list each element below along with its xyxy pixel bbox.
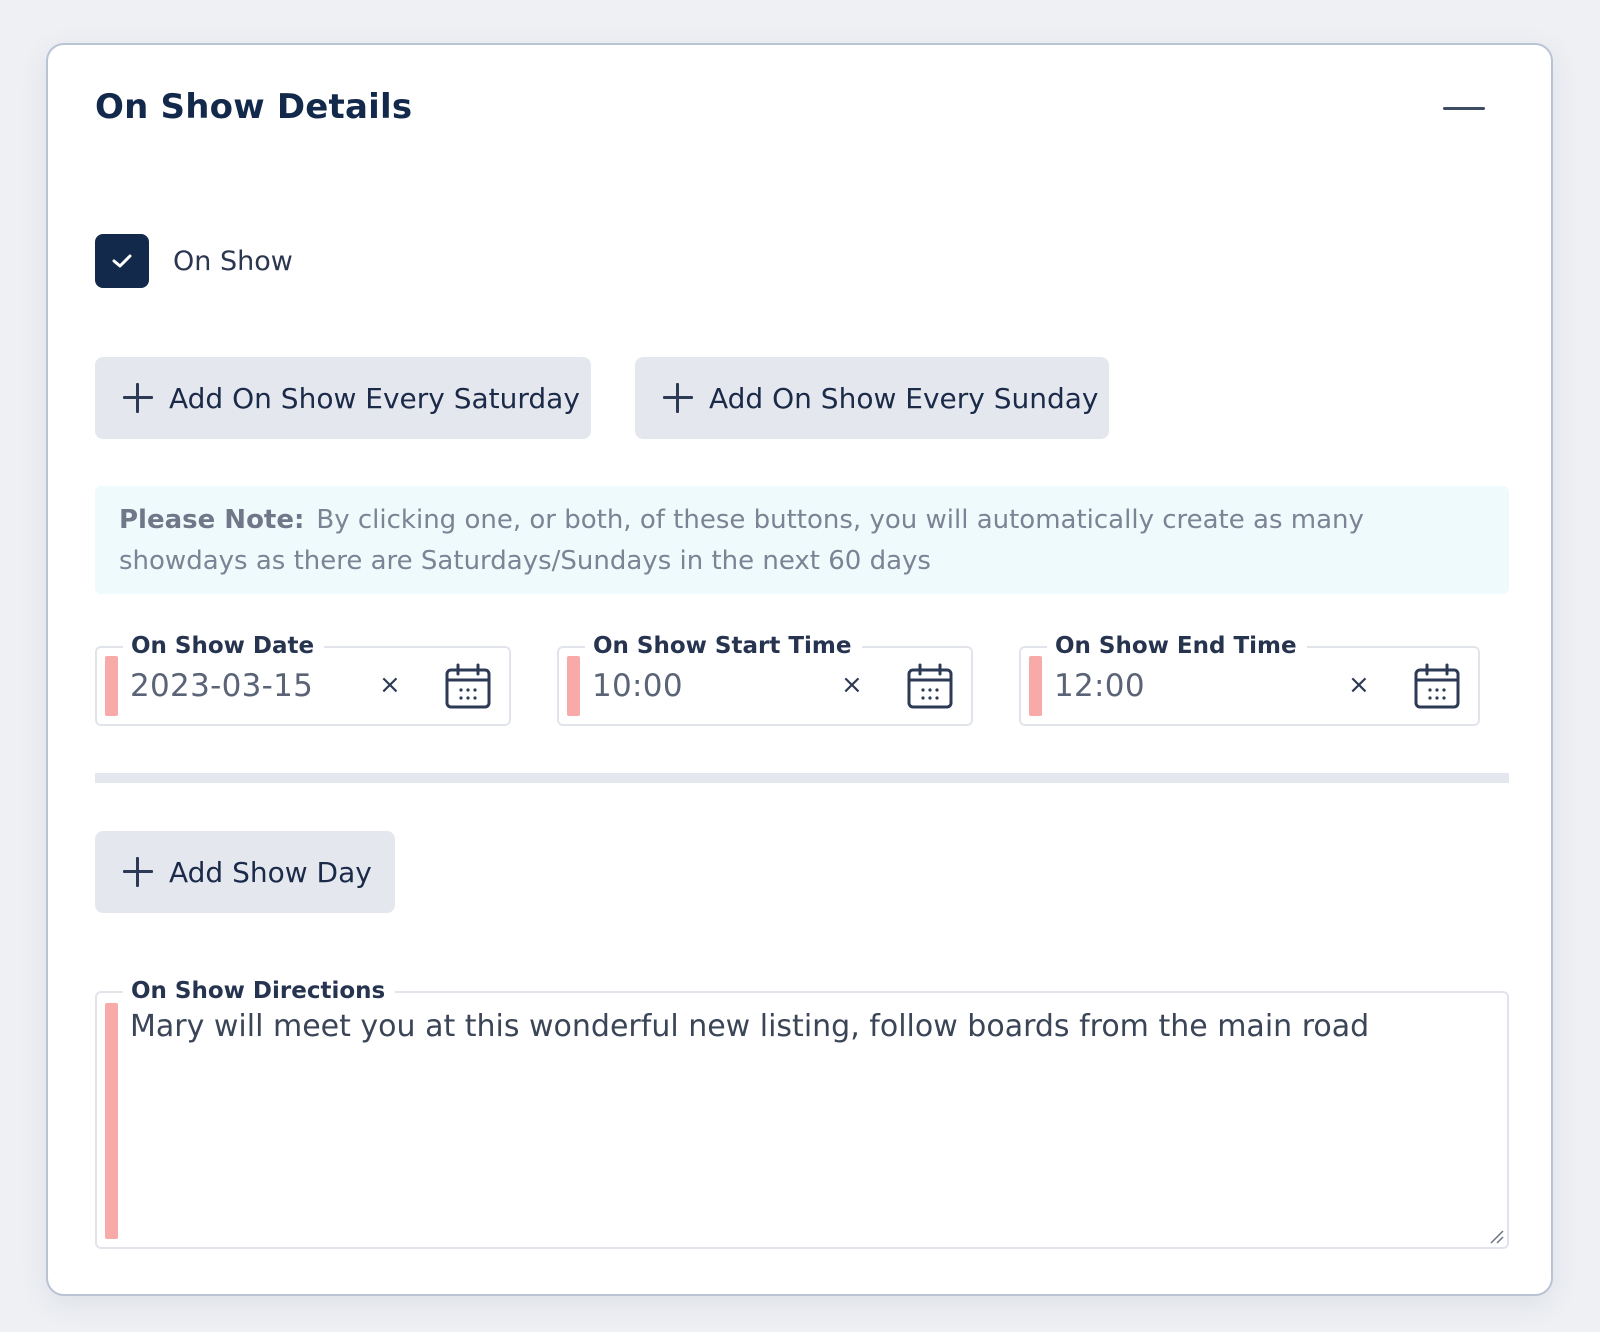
on-show-checkbox[interactable] [95,234,149,288]
minus-icon [1443,107,1485,110]
please-note-box: Please Note: By clicking one, or both, of… [95,486,1509,594]
on-show-label: On Show [173,245,293,277]
on-show-end-time-value[interactable]: 12:00 [1054,668,1145,704]
on-show-directions-value[interactable]: Mary will meet you at this wonderful new… [130,1009,1369,1044]
calendar-icon[interactable] [906,663,954,711]
on-show-start-time-value[interactable]: 10:00 [592,668,683,704]
add-show-day-button[interactable]: Add Show Day [95,831,395,913]
on-show-directions-textarea[interactable]: On Show Directions Mary will meet you at… [95,976,1509,1249]
clear-date-icon[interactable]: × [379,670,401,700]
plus-icon [123,383,153,413]
plus-icon [123,857,153,887]
on-show-details-card: On Show Details On Show Add On Show Ever… [46,43,1553,1296]
on-show-date-label: On Show Date [123,631,325,661]
resize-handle-icon[interactable] [1487,1227,1505,1245]
add-show-day-label: Add Show Day [169,855,372,889]
on-show-start-time-field[interactable]: On Show Start Time 10:00 × [557,631,973,726]
note-text: By clicking one, or both, of these butto… [119,505,1364,576]
required-marker [1029,656,1042,716]
section-divider [95,773,1509,783]
calendar-icon[interactable] [444,663,492,711]
add-every-sunday-label: Add On Show Every Sunday [709,381,1099,415]
collapse-button[interactable] [1443,105,1485,113]
on-show-directions-label: On Show Directions [123,976,396,1006]
check-icon [112,254,132,268]
required-marker [105,1003,118,1239]
on-show-start-time-label: On Show Start Time [585,631,862,661]
note-label: Please Note: [119,505,305,535]
calendar-icon[interactable] [1413,663,1461,711]
clear-end-time-icon[interactable]: × [1348,670,1370,700]
on-show-end-time-label: On Show End Time [1047,631,1307,661]
card-title: On Show Details [95,87,413,127]
add-every-saturday-label: Add On Show Every Saturday [169,381,580,415]
on-show-end-time-field[interactable]: On Show End Time 12:00 × [1019,631,1480,726]
required-marker [567,656,580,716]
clear-start-time-icon[interactable]: × [841,670,863,700]
required-marker [105,656,118,716]
add-every-sunday-button[interactable]: Add On Show Every Sunday [635,357,1109,439]
on-show-date-field[interactable]: On Show Date 2023-03-15 × [95,631,511,726]
on-show-date-value[interactable]: 2023-03-15 [130,668,313,704]
plus-icon [663,383,693,413]
on-show-checkbox-row: On Show [95,233,293,289]
add-every-saturday-button[interactable]: Add On Show Every Saturday [95,357,591,439]
